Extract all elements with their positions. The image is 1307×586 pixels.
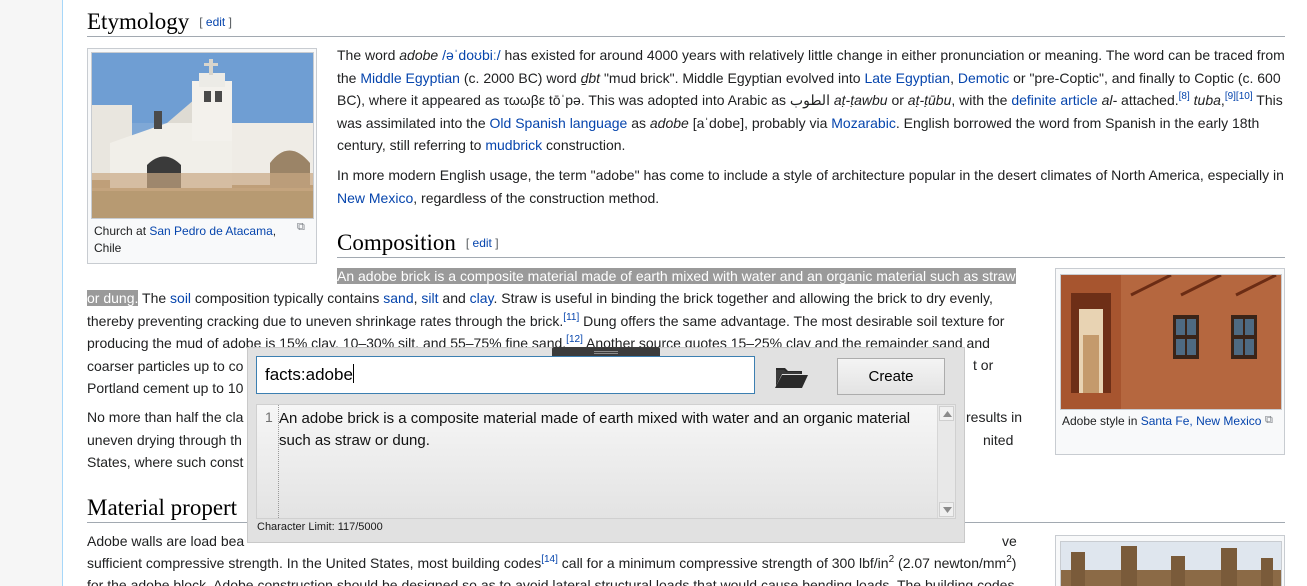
material-properties-heading: Material propert: [87, 495, 238, 520]
composition-heading: Composition[ edit ]: [337, 230, 499, 255]
composition-edit-link[interactable]: edit: [473, 236, 492, 250]
late-egyptian-link[interactable]: Late Egyptian: [864, 70, 950, 86]
heading-divider: [337, 257, 1285, 258]
composition-fragment: t or: [973, 357, 994, 373]
old-spanish-link[interactable]: Old Spanish language: [490, 115, 628, 131]
demotic-link[interactable]: Demotic: [958, 70, 1009, 86]
mozarabic-link[interactable]: Mozarabic: [831, 115, 896, 131]
composition-fragment: results in: [966, 409, 1023, 425]
composition-fragment: nited: [983, 432, 1014, 448]
composition-line-1: An adobe brick is a composite material m…: [337, 265, 1037, 288]
adobe-style-image[interactable]: [1060, 274, 1282, 410]
new-mexico-link[interactable]: New Mexico: [337, 190, 413, 206]
edit-section: [ edit ]: [465, 236, 499, 250]
material-fragment: ve: [1002, 533, 1017, 549]
edit-section: [ edit ]: [199, 15, 232, 29]
etymology-paragraph-1: The word adobe /əˈdoʊbiː/ has existed fo…: [337, 47, 1285, 153]
citation-8[interactable]: [8]: [1179, 91, 1190, 102]
character-limit-label: Character Limit: 117/5000: [257, 521, 383, 533]
selected-text[interactable]: An adobe brick is a composite material m…: [337, 268, 1016, 284]
san-pedro-link[interactable]: San Pedro de Atacama: [149, 224, 272, 238]
material-line-3: for the adobe block. Adobe construction …: [87, 577, 1015, 586]
church-caption: Church at San Pedro de Atacama, Chile: [94, 224, 277, 255]
editor-content[interactable]: An adobe brick is a composite material m…: [279, 408, 919, 452]
editor-scrollbar[interactable]: [937, 405, 955, 518]
dialog-drag-handle[interactable]: [552, 347, 660, 356]
scroll-down-button[interactable]: [939, 502, 954, 517]
definite-article-link[interactable]: definite article: [1011, 92, 1097, 108]
mosque-image[interactable]: [1060, 541, 1282, 586]
folder-open-icon: [775, 368, 808, 388]
fact-name-input[interactable]: facts:adobe: [256, 356, 755, 394]
citation-12[interactable]: [12]: [566, 334, 583, 345]
arrow-down-icon: [943, 507, 952, 513]
arrow-up-icon: [943, 411, 952, 417]
magnify-icon[interactable]: ⧉: [1265, 414, 1273, 427]
citation-11[interactable]: [11]: [563, 312, 579, 323]
composition-paragraph-2-line-2: uneven drying through th: [87, 432, 242, 448]
etymology-heading: Etymology[ edit ]: [87, 9, 232, 34]
line-number: 1: [265, 409, 273, 425]
selected-text[interactable]: or dung.: [87, 290, 139, 306]
left-sidebar-gutter: [0, 0, 63, 586]
scroll-up-button[interactable]: [939, 406, 954, 421]
sand-link[interactable]: sand: [383, 290, 413, 306]
etymology-paragraph-2: In more modern English usage, the term "…: [337, 167, 1284, 206]
church-image[interactable]: [91, 52, 314, 219]
soil-link[interactable]: soil: [170, 290, 191, 306]
citation-9-10[interactable]: [9][10]: [1225, 91, 1253, 102]
etymology-edit-link[interactable]: edit: [206, 15, 225, 29]
composition-fragment: Portland cement up to 10: [87, 380, 244, 396]
composition-paragraph-2-line-1: No more than half the cla: [87, 409, 244, 425]
citation-14[interactable]: [14]: [541, 554, 558, 565]
fact-text-editor[interactable]: 1 An adobe brick is a composite material…: [256, 404, 956, 519]
clay-link[interactable]: clay: [470, 290, 494, 306]
composition-paragraph-2-line-3: States, where such const: [87, 454, 244, 470]
adobe-style-caption: Adobe style in Santa Fe, New Mexico: [1062, 414, 1262, 428]
middle-egyptian-link[interactable]: Middle Egyptian: [360, 70, 460, 86]
santa-fe-link[interactable]: Santa Fe, New Mexico: [1141, 414, 1262, 428]
text-caret: [352, 364, 354, 383]
heading-divider: [87, 36, 1285, 37]
mudbrick-link[interactable]: mudbrick: [485, 137, 542, 153]
material-line-2: sufficient compressive strength. In the …: [87, 554, 1017, 572]
magnify-icon[interactable]: ⧉: [297, 221, 305, 234]
ipa-link[interactable]: /əˈdoʊbiː/: [442, 47, 501, 63]
mosque-figure: [1055, 535, 1285, 586]
open-folder-button[interactable]: [770, 360, 812, 392]
church-figure: ⧉ Church at San Pedro de Atacama, Chile: [87, 48, 317, 264]
create-button[interactable]: Create: [837, 358, 945, 395]
adobe-style-figure: ⧉ Adobe style in Santa Fe, New Mexico: [1055, 268, 1285, 455]
silt-link[interactable]: silt: [421, 290, 438, 306]
material-line-1: Adobe walls are load bea: [87, 533, 245, 549]
